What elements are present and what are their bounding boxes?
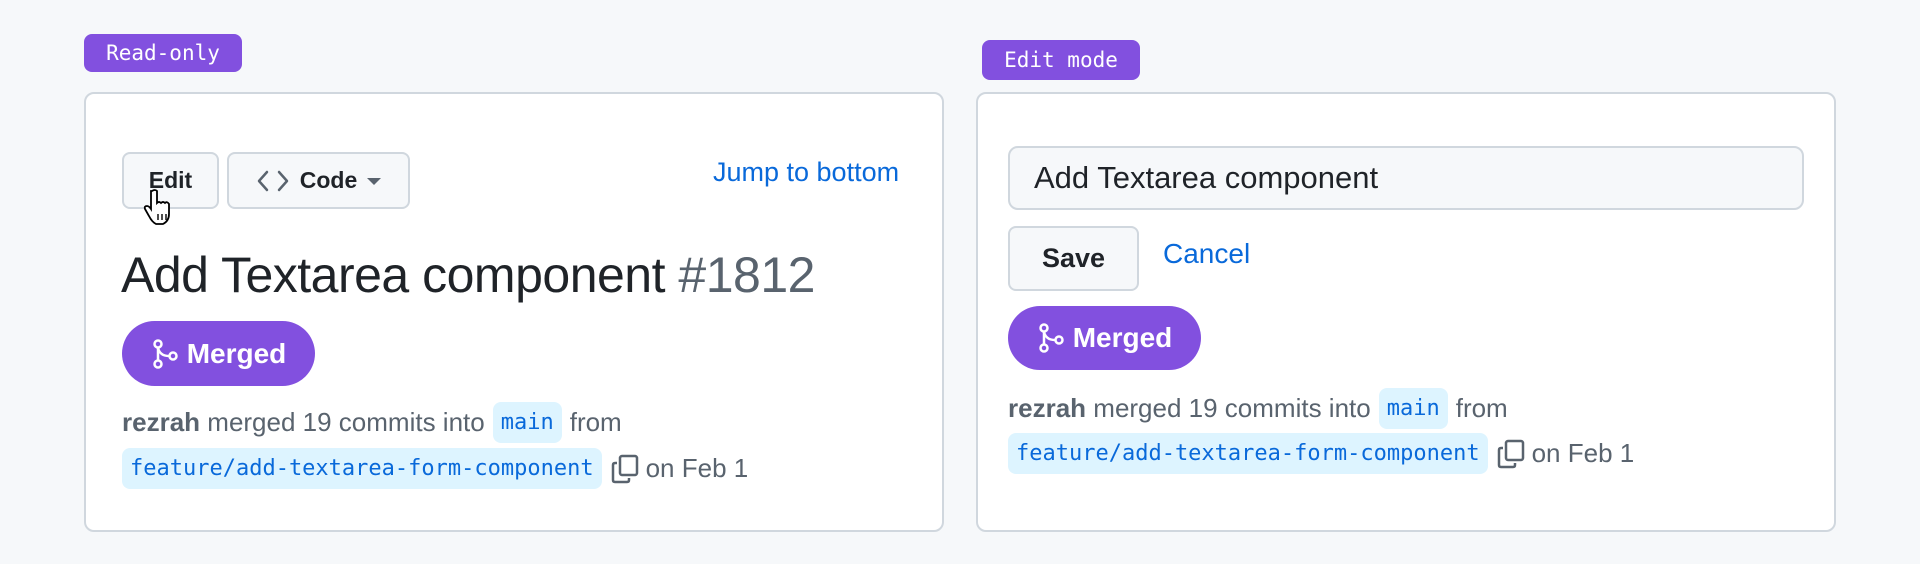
pr-title-text: Add Textarea component [121,247,666,303]
hand-cursor-icon [143,189,170,225]
pr-number: #1812 [678,247,815,303]
merge-date: on Feb 1 [645,453,749,483]
pr-title: Add Textarea component #1812 [121,246,815,304]
merge-summary-line2-edit: feature/add-textarea-form-component on F… [1008,433,1634,474]
head-branch[interactable]: feature/add-textarea-form-component [122,448,602,489]
head-branch[interactable]: feature/add-textarea-form-component [1008,433,1488,474]
merge-summary-line1: rezrah merged 19 commits into main from [122,402,622,443]
copy-icon[interactable] [1496,438,1526,470]
merged-status-label: Merged [186,337,287,369]
merge-action-text: merged 19 commits into [207,407,485,437]
from-text: from [1455,393,1508,423]
merge-action-text: merged 19 commits into [1093,393,1371,423]
author-link[interactable]: rezrah [1008,393,1086,424]
title-input[interactable]: Add Textarea component [1008,146,1804,210]
merged-status-badge: Merged [122,321,315,386]
author-link[interactable]: rezrah [122,407,200,438]
git-merge-icon [152,338,178,369]
edit-mode-label: Edit mode [982,40,1140,80]
copy-icon[interactable] [610,453,640,485]
jump-to-bottom-link[interactable]: Jump to bottom [713,157,899,188]
base-branch[interactable]: main [492,402,562,443]
from-text: from [569,407,622,437]
git-merge-icon [1038,323,1064,353]
cancel-link[interactable]: Cancel [1163,238,1250,270]
merged-status-label: Merged [1072,322,1173,353]
merge-date: on Feb 1 [1531,438,1635,468]
code-icon [257,170,288,191]
merge-summary-line1-edit: rezrah merged 19 commits into main from [1008,388,1508,429]
caret-down-icon [367,177,382,185]
code-button-label: Code [299,167,358,193]
base-branch[interactable]: main [1378,388,1448,429]
merged-status-badge-edit: Merged [1008,306,1201,370]
save-button[interactable]: Save [1008,226,1139,291]
code-button[interactable]: Code [227,152,410,209]
merge-summary-line2: feature/add-textarea-form-component on F… [122,448,748,489]
read-only-label: Read-only [84,34,242,72]
